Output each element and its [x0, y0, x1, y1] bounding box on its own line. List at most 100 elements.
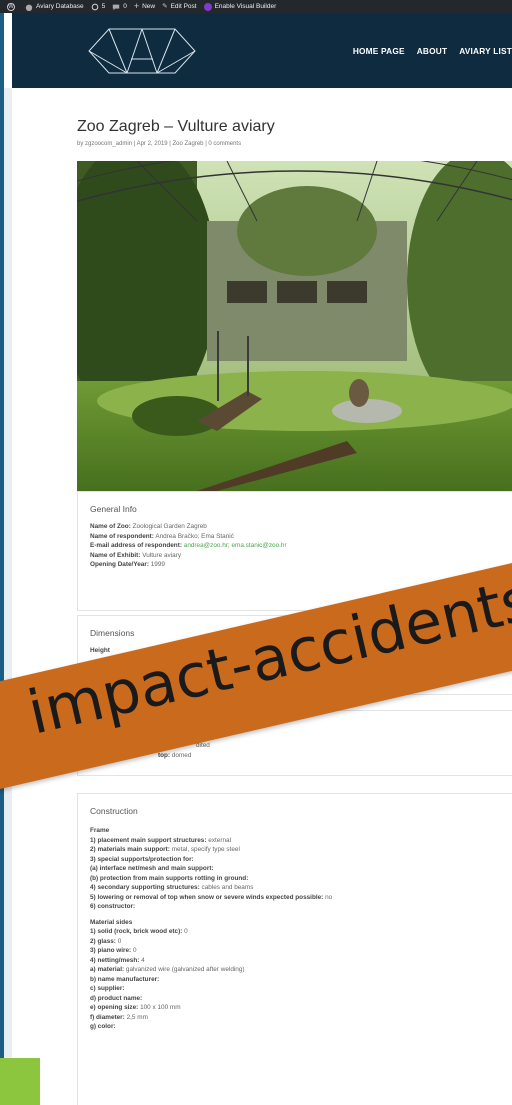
email-link[interactable]: andrea@zoo.hr; ema.stanic@zoo.hr — [184, 542, 287, 549]
list-item-label: a) material: — [90, 966, 125, 973]
shape-fragment: dited — [196, 742, 210, 749]
list-item: 2) glass: 0 — [90, 937, 512, 947]
opening-label: Opening Date/Year: — [90, 561, 149, 568]
updates-icon — [91, 3, 98, 10]
list-item: d) product name: — [90, 994, 512, 1004]
admin-bar: W Aviary Database 5 0 + New ✎ Edit Post … — [0, 0, 512, 13]
zoo-label: Name of Zoo: — [90, 523, 131, 530]
post-title: Zoo Zagreb – Vulture aviary — [77, 118, 275, 135]
list-item-value: no — [325, 893, 333, 901]
respondent-value: Andrea Bračko; Ema Stanić — [155, 532, 234, 540]
sides-list: 1) solid (rock, brick wood etc): 0 2) gla… — [90, 927, 512, 1032]
top-row: top: domed — [158, 751, 512, 761]
dashboard-icon — [25, 4, 33, 11]
nav-home-page[interactable]: HOME PAGE — [353, 46, 405, 56]
list-item-label: 2) glass: — [90, 937, 116, 945]
updates-link[interactable]: 5 — [91, 0, 106, 13]
left-shadow — [4, 88, 12, 1105]
site-name: Aviary Database — [36, 3, 84, 10]
top-value: domed — [171, 751, 192, 759]
site-name-link[interactable]: Aviary Database — [25, 0, 84, 13]
list-item: 6) constructor: — [90, 902, 512, 912]
pencil-icon: ✎ — [162, 3, 168, 10]
edit-post-label: Edit Post — [170, 3, 197, 10]
zoo-value: Zoological Garden Zagreb — [132, 523, 207, 530]
list-item: f) diameter: 2,5 mm — [90, 1013, 512, 1023]
list-item-label: 3) special supports/protection for: — [90, 855, 194, 863]
site-logo[interactable] — [87, 27, 197, 75]
main-nav: HOME PAGE ABOUT AVIARY LIST — [353, 13, 512, 88]
zoo-row: Name of Zoo: Zoological Garden Zagreb — [90, 522, 512, 532]
opening-row: Opening Date/Year: 1999 — [90, 560, 512, 570]
list-item-label: 6) constructor: — [90, 903, 136, 910]
list-item-value: 2,5 mm — [126, 1013, 148, 1021]
list-item-label: 3) piano wire: — [90, 947, 132, 954]
list-item-label: 5) lowering or removal of top when snow … — [90, 893, 324, 901]
comments-link[interactable]: 0 — [112, 0, 127, 13]
list-item: 4) netting/mesh: 4 — [90, 956, 512, 966]
comments-count: 0 — [123, 3, 127, 10]
list-item-label: c) supplier: — [90, 985, 125, 992]
list-item-value: 0 — [132, 947, 137, 954]
edit-post-link[interactable]: ✎ Edit Post — [162, 0, 196, 13]
email-row: E-mail address of respondent: andrea@zoo… — [90, 541, 512, 551]
list-item-label: d) product name: — [90, 994, 143, 1002]
list-item-value: 4 — [141, 956, 145, 964]
general-info-heading: General Info — [90, 504, 137, 514]
exhibit-label: Name of Exhibit: — [90, 551, 141, 559]
list-item-label: (b) protection from main supports rottin… — [90, 874, 249, 882]
list-item: 2) materials main support: metal, specif… — [90, 845, 512, 855]
respondent-label: Name of respondent: — [90, 532, 154, 540]
list-item-label: 1) placement main support structures: — [90, 836, 207, 844]
visual-builder-link[interactable]: Enable Visual Builder — [203, 0, 277, 13]
nav-aviary-list[interactable]: AVIARY LIST — [459, 46, 512, 56]
construction-heading: Construction — [90, 806, 138, 816]
list-item: 3) special supports/protection for: — [90, 855, 512, 865]
exhibit-value: Vulture aviary — [142, 551, 182, 559]
opening-value: 1999 — [150, 561, 165, 568]
list-item-value: galvanized wire (galvanized after weldin… — [125, 966, 245, 973]
list-item: 1) placement main support structures: ex… — [90, 836, 512, 846]
list-item-value: 0 — [184, 928, 188, 935]
list-item: a) material: galvanized wire (galvanized… — [90, 965, 512, 975]
list-item: 5) lowering or removal of top when snow … — [90, 893, 512, 903]
list-item: 1) solid (rock, brick wood etc): 0 — [90, 927, 512, 937]
list-item: c) supplier: — [90, 984, 512, 994]
wordpress-menu[interactable]: W — [7, 2, 18, 11]
list-item: (b) protection from main supports rottin… — [90, 874, 512, 884]
list-item-value: metal, specify type steel — [171, 846, 240, 853]
list-item: g) color: — [90, 1022, 512, 1032]
plus-icon: + — [133, 1, 140, 11]
construction-section: Construction Frame 1) placement main sup… — [77, 793, 512, 1105]
site-header: HOME PAGE ABOUT AVIARY LIST — [12, 13, 512, 88]
aviary-photo — [77, 161, 512, 491]
new-link[interactable]: + New — [134, 0, 155, 13]
list-item-label: (a) interface net/mesh and main support: — [90, 865, 214, 872]
list-item: (a) interface net/mesh and main support: — [90, 864, 512, 874]
list-item-label: 4) netting/mesh: — [90, 956, 140, 964]
general-info-body: Name of Zoo: Zoological Garden Zagreb Na… — [78, 514, 512, 570]
list-item-value: 100 x 100 mm — [140, 1004, 181, 1011]
comment-icon — [113, 4, 120, 10]
wordpress-icon: W — [7, 2, 15, 11]
list-item-label: 1) solid (rock, brick wood etc): — [90, 928, 183, 935]
browser-page: W Aviary Database 5 0 + New ✎ Edit Post … — [0, 0, 512, 1105]
list-item-label: 2) materials main support: — [90, 846, 170, 853]
list-item-label: e) opening size: — [90, 1004, 139, 1011]
exhibit-row: Name of Exhibit: Vulture aviary — [90, 551, 512, 561]
height-label: Height — [90, 647, 110, 654]
respondent-row: Name of respondent: Andrea Bračko; Ema S… — [90, 532, 512, 542]
green-corner-block — [0, 1058, 40, 1105]
list-item: e) opening size: 100 x 100 mm — [90, 1003, 512, 1013]
visual-builder-icon — [203, 2, 212, 11]
construction-body: Frame 1) placement main support structur… — [78, 816, 512, 1032]
material-sides-heading: Material sides — [90, 918, 133, 926]
list-item: 4) secondary supporting structures: cabl… — [90, 883, 512, 893]
updates-count: 5 — [101, 3, 106, 10]
nav-about[interactable]: ABOUT — [417, 46, 448, 56]
list-item-label: g) color: — [90, 1023, 116, 1030]
list-item-label: 4) secondary supporting structures: — [90, 884, 200, 891]
post-meta: by zgzoocom_admin | Apr 2, 2019 | Zoo Za… — [77, 141, 242, 147]
list-item-value: external — [208, 836, 232, 844]
visual-builder-label: Enable Visual Builder — [214, 3, 277, 10]
